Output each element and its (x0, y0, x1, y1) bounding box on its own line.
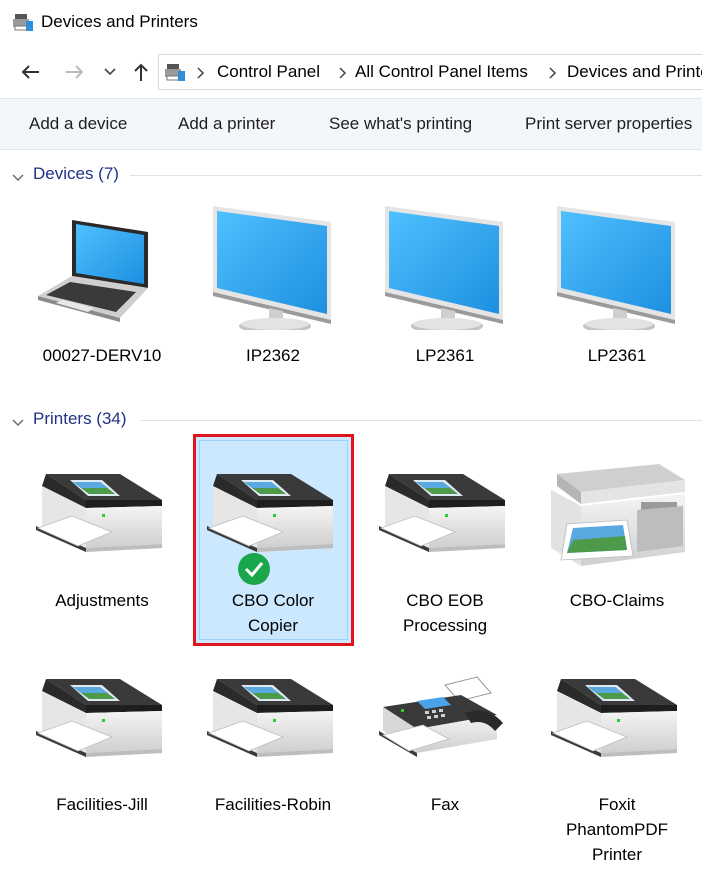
window-title: Devices and Printers (41, 12, 198, 31)
printer-label: Foxit (598, 795, 636, 814)
printer-icon (206, 678, 334, 758)
printer-label: Copier (247, 616, 299, 635)
device-tile[interactable]: LP2361 (537, 200, 697, 380)
print-server-properties-button[interactable]: Print server properties (525, 114, 692, 134)
see-whats-printing-button[interactable]: See what's printing (329, 114, 472, 134)
printer-label: Facilities-Robin (214, 795, 332, 814)
devices-group-label: Devices (7) (33, 164, 119, 183)
printer-label: Fax (430, 795, 460, 814)
monitor-icon (213, 206, 331, 330)
printer-icon (378, 473, 506, 553)
printer-icon (206, 473, 334, 553)
fax-icon (379, 676, 503, 757)
laptop-icon (38, 220, 148, 322)
title-bar: Devices and Printers (0, 0, 702, 48)
forward-arrow-icon[interactable] (62, 59, 88, 85)
printer-tile[interactable]: Foxit PhantomPDF Printer (537, 645, 697, 875)
printer-tile[interactable]: Adjustments (22, 440, 182, 640)
multifunction-printer-icon (551, 464, 685, 566)
breadcrumb-separator-icon (197, 66, 205, 84)
printer-label: CBO Color (231, 591, 315, 610)
breadcrumb-separator-icon (339, 66, 347, 84)
devices-group-header[interactable]: Devices (7) (0, 164, 702, 188)
printer-label: Adjustments (55, 591, 149, 610)
device-label: IP2362 (246, 346, 300, 365)
printer-tile[interactable]: Facilities-Jill (22, 645, 182, 875)
breadcrumb-separator-icon (549, 66, 557, 84)
address-bar[interactable]: Control Panel All Control Panel Items De… (158, 54, 702, 90)
add-device-button[interactable]: Add a device (29, 114, 127, 134)
printer-tile[interactable]: CBO Color Copier (193, 440, 353, 640)
device-tile[interactable]: IP2362 (193, 200, 353, 380)
printer-tile[interactable]: Fax (365, 645, 525, 875)
back-arrow-icon[interactable] (17, 59, 43, 85)
device-tile[interactable]: LP2361 (365, 200, 525, 380)
device-tile[interactable]: 00027-DERV10 (22, 200, 182, 380)
printer-icon (35, 473, 163, 553)
printer-icon (550, 678, 678, 758)
collapse-chevron-icon[interactable] (12, 169, 24, 187)
default-printer-check-icon (238, 553, 270, 585)
printer-tile[interactable]: CBO EOB Processing (365, 440, 525, 640)
printers-group-label: Printers (34) (33, 409, 127, 428)
printer-label: CBO-Claims (569, 591, 665, 610)
printer-label: Processing (402, 616, 488, 635)
printer-label: Facilities-Jill (56, 795, 148, 814)
printer-icon (35, 678, 163, 758)
printer-label: PhantomPDF (565, 820, 669, 839)
breadcrumb-all-items[interactable]: All Control Panel Items (355, 62, 528, 82)
command-toolbar: Add a device Add a printer See what's pr… (0, 98, 702, 150)
navigation-bar: Control Panel All Control Panel Items De… (0, 48, 702, 98)
control-panel-icon (164, 63, 186, 88)
device-label: 00027-DERV10 (42, 346, 162, 365)
collapse-chevron-icon[interactable] (12, 414, 24, 432)
printer-label: CBO EOB (406, 591, 484, 610)
monitor-icon (557, 206, 675, 330)
breadcrumb-control-panel[interactable]: Control Panel (217, 62, 320, 82)
device-label: LP2361 (415, 346, 475, 365)
printer-tile[interactable]: CBO-Claims (537, 440, 697, 640)
add-printer-button[interactable]: Add a printer (178, 114, 275, 134)
recent-locations-chevron-icon[interactable] (97, 59, 123, 85)
printer-label: Printer (591, 845, 643, 864)
group-divider (140, 420, 702, 421)
device-label: LP2361 (587, 346, 647, 365)
up-arrow-icon[interactable] (128, 59, 154, 85)
group-divider (130, 175, 702, 176)
breadcrumb-devices-printers[interactable]: Devices and Printers (567, 62, 702, 82)
printer-tile[interactable]: Facilities-Robin (193, 645, 353, 875)
devices-printers-icon (12, 13, 34, 38)
monitor-icon (385, 206, 503, 330)
printers-group-header[interactable]: Printers (34) (0, 409, 702, 433)
